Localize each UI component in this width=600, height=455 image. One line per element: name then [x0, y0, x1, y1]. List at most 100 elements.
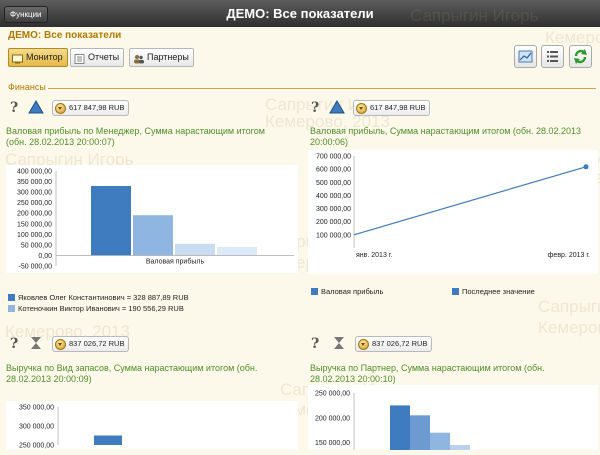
- x-tick-label: Валовая прибыль: [146, 257, 205, 265]
- partners-icon: [133, 53, 144, 63]
- page-title: ДЕМО: Все показатели: [8, 30, 122, 41]
- legend-label: Яковлев Олег Константинович = 328 887,89…: [18, 293, 189, 302]
- legend-swatch: [8, 305, 15, 312]
- y-tick-label: 700 000,00: [316, 154, 351, 161]
- y-tick-label: 250 000,00: [17, 200, 52, 207]
- hourglass-icon: [333, 336, 345, 355]
- badge-value: 617 847,98 RUB: [69, 103, 125, 112]
- value-badge[interactable]: 617 847,98 RUB: [353, 100, 431, 116]
- y-tick-label: 400 000,00: [17, 169, 52, 176]
- chart-svg: 350 000,00 300 000,00 250 000,00: [19, 405, 122, 450]
- help-icon[interactable]: ?: [10, 100, 18, 116]
- y-tick-label: 300 000,00: [316, 206, 351, 213]
- y-tick-label: 100 000,00: [17, 232, 52, 239]
- y-tick-label: 0,00: [38, 253, 52, 260]
- y-tick-label: 300 000,00: [17, 190, 52, 197]
- refresh-icon: [574, 49, 587, 64]
- bar-chart-stock-types: 350 000,00 300 000,00 250 000,00: [6, 401, 298, 450]
- series-line: [353, 166, 587, 236]
- reports-button[interactable]: Отчеты: [70, 48, 125, 67]
- y-tick-label: 100 000,00: [316, 232, 351, 239]
- y-tick-label: 200 000,00: [17, 211, 52, 218]
- dropdown-icon: [358, 338, 369, 350]
- chart-title: Валовая прибыль, Сумма нарастающим итого…: [310, 126, 582, 147]
- hourglass-icon: [30, 336, 42, 355]
- dropdown-icon: [55, 338, 66, 350]
- report-icon: [74, 53, 85, 64]
- badge-value: 837 026,72 RUB: [69, 339, 125, 348]
- monitor-icon: [12, 53, 23, 63]
- chart-svg: 700 000,00 600 000,00 500 000,00 400 000,00…: [316, 154, 590, 260]
- legend-item: Последнее значение: [452, 287, 535, 296]
- legend-label: Последнее значение: [462, 287, 535, 296]
- legend-item: Котеночкин Виктор Иванович = 190 556,29 …: [8, 304, 184, 313]
- bar: [94, 435, 122, 445]
- y-tick-label: 250 000,00: [19, 443, 54, 450]
- trend-up-icon: [28, 100, 44, 119]
- reports-label: Отчеты: [88, 52, 120, 62]
- y-tick-label: 400 000,00: [316, 193, 351, 200]
- refresh-button[interactable]: [569, 45, 592, 68]
- chart-view-button[interactable]: [514, 45, 537, 68]
- dropdown-icon: [55, 102, 66, 114]
- chart-title: Выручка по Вид запасов, Сумма нарастающи…: [6, 363, 258, 384]
- section-finance-label: Финансы: [8, 82, 46, 92]
- bar-chart-managers: 400 000,00 350 000,00 300 000,00 250 000,00…: [6, 165, 298, 273]
- trend-up-icon: [329, 100, 345, 119]
- value-badge[interactable]: 617 847,98 RUB: [52, 100, 130, 116]
- watermark: Кемерово, 2013: [538, 318, 600, 337]
- chart-svg: 400 000,00 350 000,00 300 000,00 250 000,00…: [17, 169, 294, 271]
- bar: [217, 247, 257, 256]
- legend-item: Валовая прибыль: [311, 287, 383, 296]
- legend-swatch: [8, 294, 15, 301]
- legend-label: Котеночкин Виктор Иванович = 190 556,29 …: [18, 304, 184, 313]
- y-tick-label: 600 000,00: [316, 167, 351, 174]
- bar: [410, 415, 430, 455]
- chart-title: Выручка по Партнер, Сумма нарастающим ит…: [310, 363, 545, 384]
- y-tick-label: 200 000,00: [315, 415, 350, 422]
- legend-label: Валовая прибыль: [321, 287, 384, 296]
- y-tick-label: 200 000,00: [316, 219, 351, 226]
- bar: [430, 432, 450, 455]
- y-tick-label: -50 000,00: [19, 264, 53, 271]
- bar: [390, 405, 410, 455]
- y-tick-label: 350 000,00: [17, 179, 52, 186]
- y-tick-label: 50 000,00: [21, 242, 52, 249]
- watermark: Сапрыгин Игорь: [538, 297, 600, 316]
- x-tick-label: февр. 2013 г.: [548, 252, 590, 259]
- badge-value: 837 026,72 RUB: [372, 339, 428, 348]
- y-tick-label: 350 000,00: [19, 405, 54, 412]
- bar: [450, 445, 470, 455]
- y-tick-label: 500 000,00: [316, 180, 351, 187]
- legend-item: Яковлев Олег Константинович = 328 887,89…: [8, 293, 189, 302]
- title-bar: Функции ДЕМО: Все показатели: [0, 0, 600, 27]
- value-badge[interactable]: 837 026,72 RUB: [52, 336, 130, 352]
- monitor-label: Монитор: [26, 52, 63, 62]
- bar-chart-partners: 250 000,00 200 000,00 150 000,00: [308, 385, 598, 455]
- legend-swatch: [452, 288, 459, 295]
- partners-button[interactable]: Партнеры: [129, 48, 194, 67]
- value-badge[interactable]: 837 026,72 RUB: [355, 336, 433, 352]
- bar: [133, 215, 173, 256]
- line-chart-gross-profit: 700 000,00 600 000,00 500 000,00 400 000,00…: [308, 150, 598, 274]
- partners-label: Партнеры: [147, 52, 189, 62]
- legend-swatch: [311, 288, 318, 295]
- help-icon[interactable]: ?: [311, 100, 319, 116]
- y-tick-label: 150 000,00: [315, 440, 350, 447]
- chart-svg: 250 000,00 200 000,00 150 000,00: [315, 391, 470, 455]
- last-value-point: [583, 164, 589, 170]
- dropdown-icon: [356, 102, 367, 114]
- help-icon[interactable]: ?: [10, 336, 18, 352]
- list-icon: [547, 51, 558, 62]
- bar: [175, 243, 215, 256]
- bar: [91, 186, 131, 256]
- monitor-button[interactable]: Монитор: [8, 48, 68, 67]
- help-icon[interactable]: ?: [311, 336, 319, 352]
- y-tick-label: 250 000,00: [315, 391, 350, 398]
- list-view-button[interactable]: [541, 45, 564, 68]
- section-divider: [48, 88, 596, 89]
- y-tick-label: 150 000,00: [17, 221, 52, 228]
- badge-value: 617 847,98 RUB: [370, 103, 426, 112]
- x-tick-label: янв. 2013 г.: [356, 252, 392, 259]
- chart-title: Валовая прибыль по Менеджер, Сумма нарас…: [6, 126, 265, 147]
